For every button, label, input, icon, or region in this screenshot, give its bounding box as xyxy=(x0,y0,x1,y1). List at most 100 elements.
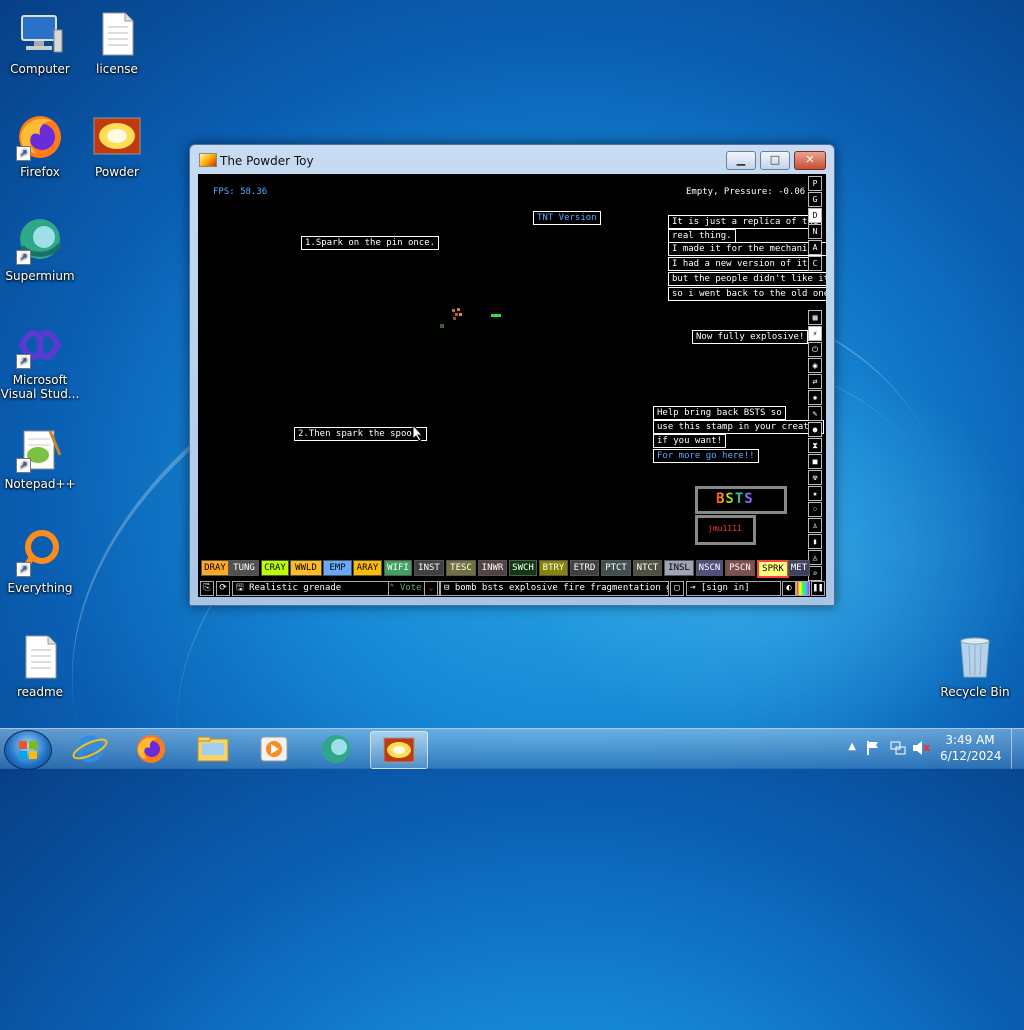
gases-menu-icon[interactable]: ✎ xyxy=(808,406,822,421)
sign-bsts-2[interactable]: use this stamp in your creatio xyxy=(653,420,824,434)
taskbar-firefox[interactable] xyxy=(123,731,179,767)
element-button-inst[interactable]: INST xyxy=(414,560,444,576)
element-button-wifi[interactable]: WIFI xyxy=(384,560,412,576)
element-button-ntct[interactable]: NTCT xyxy=(633,560,662,576)
settings-icon[interactable]: ◐ xyxy=(782,581,796,596)
shortcut-arrow-icon: ↗ xyxy=(16,458,31,473)
element-button-ptct[interactable]: PTCT xyxy=(601,560,631,576)
element-button-swch[interactable]: SWCH xyxy=(509,560,537,576)
favorites-menu-icon[interactable]: ▮ xyxy=(808,534,822,549)
explosives-menu-icon[interactable]: ✹ xyxy=(808,390,822,405)
show-hidden-icons-icon[interactable]: ▲ xyxy=(848,741,856,752)
element-button-emp[interactable]: EMP xyxy=(323,560,352,576)
element-button-insl[interactable]: INSL xyxy=(664,560,694,576)
network-icon[interactable] xyxy=(890,740,906,759)
new-simulation-icon[interactable]: ▢ xyxy=(670,581,684,596)
taskbar-internet-explorer[interactable] xyxy=(62,731,118,767)
sign-replica-3[interactable]: I made it for the mechanism. xyxy=(668,242,826,256)
action-center-flag-icon[interactable] xyxy=(866,740,880,759)
menu-button-d[interactable]: D xyxy=(808,208,822,223)
sign-spoon[interactable]: 2.Then spark the spoon. xyxy=(294,427,427,441)
element-button-tesc[interactable]: TESC xyxy=(446,560,476,576)
sensors-menu-icon[interactable]: ◉ xyxy=(808,358,822,373)
menu-button-p[interactable]: P xyxy=(808,176,822,191)
desktop-icon-everything[interactable]: ↗ Everything xyxy=(0,529,80,595)
taskbar-explorer[interactable] xyxy=(185,731,241,767)
desktop-icon-license[interactable]: license xyxy=(77,10,157,76)
element-button-met[interactable]: MET xyxy=(788,560,810,576)
taskbar-supermium[interactable] xyxy=(308,731,364,767)
menu-button-n[interactable]: N xyxy=(808,224,822,239)
element-button-inwr[interactable]: INWR xyxy=(478,560,507,576)
menu-button-g[interactable]: G xyxy=(808,192,822,207)
sign-replica-4[interactable]: I had a new version of it, xyxy=(668,257,817,271)
save-name: Realistic grenade xyxy=(249,583,342,593)
desktop-icon-readme[interactable]: readme xyxy=(0,633,80,699)
element-button-etrd[interactable]: ETRD xyxy=(570,560,599,576)
electronics-menu-icon[interactable]: ⚡ xyxy=(808,326,822,341)
walls-menu-icon[interactable]: ▦ xyxy=(808,310,822,325)
volume-muted-icon[interactable] xyxy=(912,740,930,759)
sign-replica-6[interactable]: so i went back to the old one! xyxy=(668,287,826,301)
internet-explorer-icon xyxy=(72,735,108,763)
powered-menu-icon[interactable]: ⏻ xyxy=(808,342,822,357)
element-button-pscn[interactable]: PSCN xyxy=(725,560,755,576)
simulation-canvas[interactable]: FPS: 58.36 Empty, Pressure: -0.06 TNT Ve… xyxy=(198,174,826,597)
liquids-menu-icon[interactable]: ● xyxy=(808,422,822,437)
close-button[interactable]: ✕ xyxy=(794,151,826,170)
desktop-icon-notepadpp[interactable]: ↗ Notepad++ xyxy=(0,425,80,491)
sign-explosive[interactable]: Now fully explosive! xyxy=(692,330,809,344)
desktop-icon-firefox[interactable]: ↗ Firefox xyxy=(0,113,80,179)
element-button-btry[interactable]: BTRY xyxy=(539,560,568,576)
element-button-wwld[interactable]: WWLD xyxy=(290,560,322,576)
element-button-cray[interactable]: CRAY xyxy=(261,560,289,576)
special-menu-icon[interactable]: ★ xyxy=(808,486,822,501)
sign-bsts-3[interactable]: if you want! xyxy=(653,434,727,448)
pause-button[interactable]: ❚❚ xyxy=(811,581,825,596)
force-menu-icon[interactable]: ⇄ xyxy=(808,374,822,389)
sign-replica-2[interactable]: real thing. xyxy=(668,229,736,243)
element-button-nscn[interactable]: NSCN xyxy=(696,560,723,576)
show-desktop-button[interactable] xyxy=(1011,729,1024,769)
element-button-dray[interactable]: DRAY xyxy=(201,560,229,576)
minimize-button[interactable]: ▁ xyxy=(726,151,756,170)
open-save-icon[interactable]: ⎘ xyxy=(200,581,214,596)
clock[interactable]: 3:49 AM 6/12/2024 xyxy=(940,733,1002,763)
desktop-icon-computer[interactable]: Computer xyxy=(0,10,80,76)
desktop-icon-recycle-bin[interactable]: Recycle Bin xyxy=(935,633,1015,699)
menu-button-a[interactable]: A xyxy=(808,240,822,255)
desktop-icon-visual-studio[interactable]: ↗ Microsoft Visual Stud... xyxy=(0,321,80,401)
decoration-menu-icon[interactable]: ◬ xyxy=(808,550,822,565)
save-name-field[interactable]: 🖫 Realistic grenade xyxy=(232,581,389,596)
sign-bsts-1[interactable]: Help bring back BSTS so xyxy=(653,406,786,420)
solids-menu-icon[interactable]: ■ xyxy=(808,454,822,469)
tags-field[interactable]: ⊟ bomb bsts explosive fire fragmentation… xyxy=(440,581,669,596)
sign-replica-5[interactable]: but the people didn't like it, xyxy=(668,272,826,286)
sign-tnt-version[interactable]: TNT Version xyxy=(533,211,601,225)
element-button-aray[interactable]: ARAY xyxy=(353,560,382,576)
search-icon[interactable]: ⌕ xyxy=(808,566,822,581)
element-button-tung[interactable]: TUNG xyxy=(229,560,259,576)
desktop-icon-label: Computer xyxy=(10,62,70,76)
powder-toy-window[interactable]: The Powder Toy ▁ □ ✕ FPS: 58.36 Empty, P… xyxy=(189,144,835,606)
maximize-button[interactable]: □ xyxy=(760,151,790,170)
vote-down-button[interactable]: ⌄ xyxy=(424,581,438,596)
desktop-icon-powder[interactable]: Powder xyxy=(77,113,157,179)
render-options-icon[interactable] xyxy=(796,581,810,596)
tools-menu-icon[interactable]: ♙ xyxy=(808,518,822,533)
desktop-icon-supermium[interactable]: ↗ Supermium xyxy=(0,217,80,283)
taskbar-media-player[interactable] xyxy=(246,731,302,767)
sign-replica-1[interactable]: It is just a replica of the xyxy=(668,215,823,229)
sign-in-button[interactable]: ⊸ [sign in] xyxy=(686,581,781,596)
taskbar-powder-toy[interactable] xyxy=(370,731,428,769)
powders-menu-icon[interactable]: ⧗ xyxy=(808,438,822,453)
document-icon xyxy=(93,10,141,58)
radioactive-menu-icon[interactable]: ☢ xyxy=(808,470,822,485)
sign-more-link[interactable]: For more go here!! xyxy=(653,449,759,463)
game-of-life-menu-icon[interactable]: ⁘ xyxy=(808,502,822,517)
element-button-sprk[interactable]: SPRK xyxy=(757,560,789,578)
reload-icon[interactable]: ⟳ xyxy=(216,581,230,596)
menu-button-c[interactable]: C xyxy=(808,256,822,271)
sign-pin[interactable]: 1.Spark on the pin once. xyxy=(301,236,440,250)
start-button[interactable] xyxy=(4,730,52,770)
